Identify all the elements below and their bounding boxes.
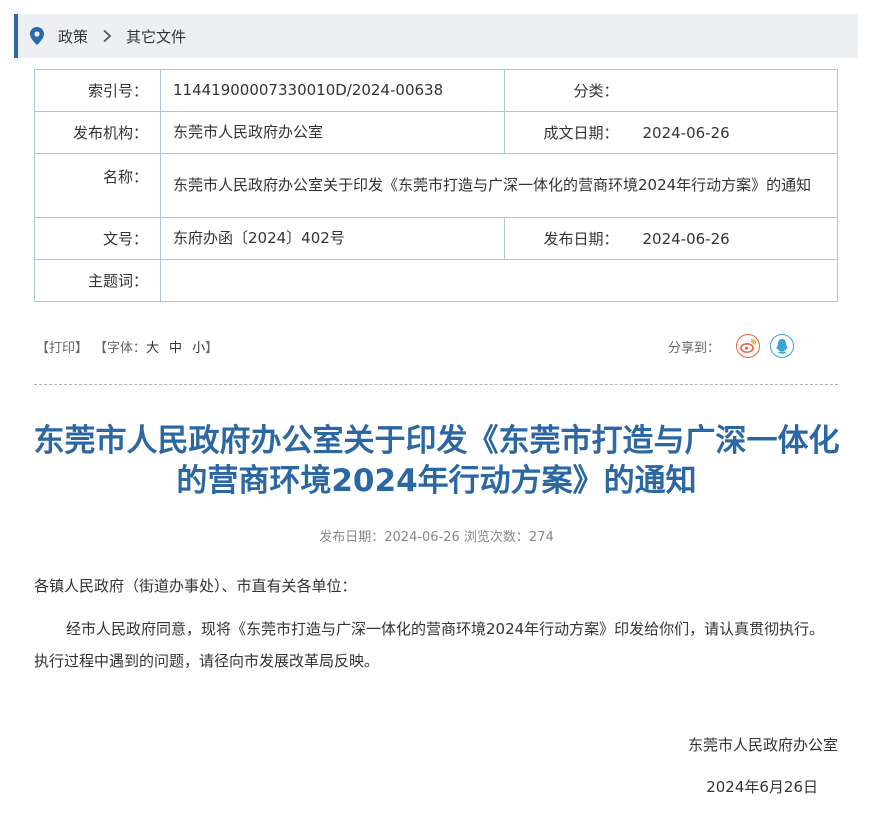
name-value: 东莞市人民政府办公室关于印发《东莞市打造与广深一体化的营商环境2024年行动方案… xyxy=(160,153,838,218)
share-label: 分享到： xyxy=(668,341,721,356)
name-label: 名称： xyxy=(34,153,161,218)
addressee: 各镇人民政府（街道办事处）、市直有关各单位： xyxy=(34,577,357,595)
category-label: 分类： xyxy=(504,69,631,112)
dashed-divider xyxy=(34,384,838,385)
breadcrumb-item-other-documents[interactable]: 其它文件 xyxy=(126,26,186,47)
index-label: 索引号： xyxy=(34,69,161,112)
font-small-link[interactable]: 小 xyxy=(192,341,205,356)
font-size-control: 【字体：大中小】 xyxy=(94,337,218,356)
subject-label: 主题词： xyxy=(34,259,161,302)
signature-date: 2024年6月26日 xyxy=(706,778,818,796)
print-link[interactable]: 【打印】 xyxy=(36,337,88,356)
created-date-value: 2024-06-26 xyxy=(630,111,838,154)
index-value: 11441900007330010D/2024-00638 xyxy=(160,69,505,112)
subject-value xyxy=(160,259,838,302)
qq-icon[interactable] xyxy=(770,334,794,358)
breadcrumb-item-policy[interactable]: 政策 xyxy=(58,26,88,47)
published-date-label: 发布日期： xyxy=(504,217,631,260)
category-value xyxy=(630,69,838,112)
location-pin-icon xyxy=(30,27,44,45)
publish-info: 发布日期：2024-06-26 浏览次数：274 xyxy=(319,530,554,545)
font-large-link[interactable]: 大 xyxy=(146,341,159,356)
issuer-value: 东莞市人民政府办公室 xyxy=(160,111,505,154)
document-meta-table: 索引号： 11441900007330010D/2024-00638 分类： 发… xyxy=(34,69,838,302)
font-medium-link[interactable]: 中 xyxy=(169,341,182,356)
page-title: 东莞市人民政府办公室关于印发《东莞市打造与广深一体化的营商环境2024年行动方案… xyxy=(33,423,840,499)
created-date-label: 成文日期： xyxy=(504,111,631,154)
font-size-prefix: 【字体： xyxy=(94,340,147,356)
docno-label: 文号： xyxy=(34,217,161,260)
weibo-icon[interactable] xyxy=(736,334,760,358)
chevron-right-icon xyxy=(103,29,112,43)
article-tools: 【打印】 【字体：大中小】 分享到： xyxy=(36,334,836,358)
body-paragraph: 经市人民政府同意，现将《东莞市打造与广深一体化的营商环境2024年行动方案》印发… xyxy=(34,620,825,670)
issuer-label: 发布机构： xyxy=(34,111,161,154)
font-size-suffix: 】 xyxy=(205,340,219,356)
published-date-value: 2024-06-26 xyxy=(630,217,838,260)
signature-organization: 东莞市人民政府办公室 xyxy=(687,736,838,754)
docno-value: 东府办函〔2024〕402号 xyxy=(160,217,505,260)
breadcrumb: 政策 其它文件 xyxy=(14,14,858,58)
